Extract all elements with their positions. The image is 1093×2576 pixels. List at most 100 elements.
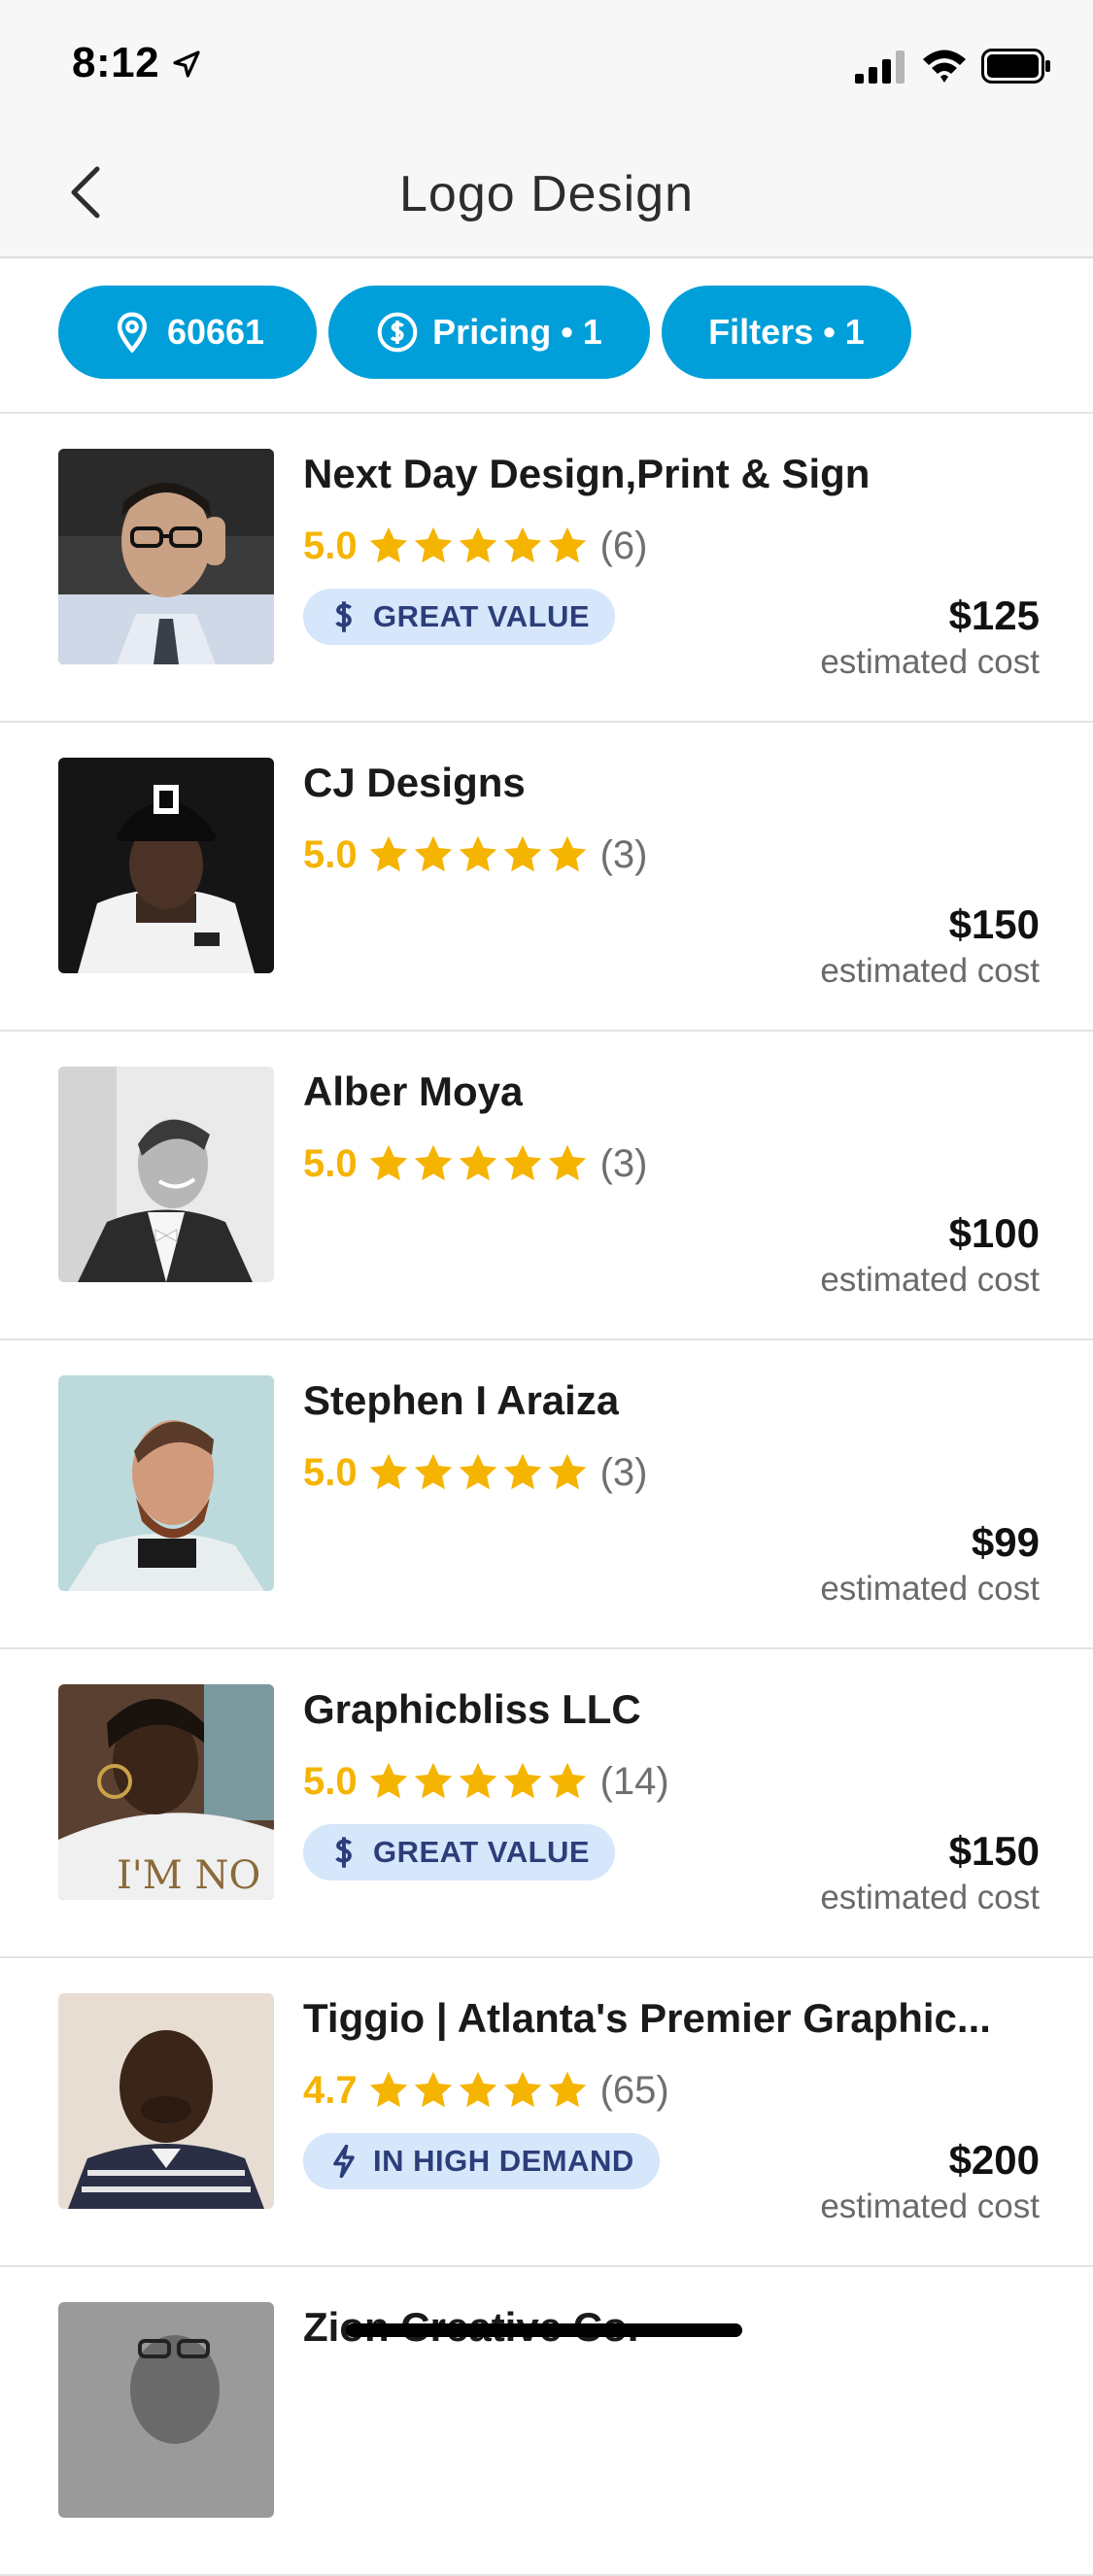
star-icon	[414, 1144, 452, 1181]
status-bar: 8:12	[0, 0, 1093, 128]
rating-row: 5.0 (14)	[303, 1754, 669, 1809]
star-icon	[459, 1762, 496, 1799]
pro-list-item[interactable]: Stephen I Araiza 5.0 (3) $99 estimated c…	[0, 1340, 1093, 1649]
star-icon	[369, 1453, 407, 1490]
review-count: (65)	[599, 2068, 669, 2112]
rating-row: 5.0 (6)	[303, 519, 648, 573]
star-icon	[503, 2071, 541, 2108]
star-icon	[459, 1144, 496, 1181]
pro-name: Stephen I Araiza	[303, 1377, 620, 1423]
great-value-badge: GREAT VALUE	[303, 589, 616, 645]
star-icon	[503, 1144, 541, 1181]
star-rating	[367, 525, 589, 567]
star-icon	[503, 835, 541, 872]
star-icon	[503, 1453, 541, 1490]
star-icon	[548, 835, 586, 872]
pro-name: Next Day Design,Print & Sign	[303, 451, 871, 496]
star-icon	[414, 1453, 452, 1490]
star-icon	[548, 1762, 586, 1799]
star-icon	[548, 1453, 586, 1490]
rating-row: 5.0 (3)	[303, 828, 648, 882]
pro-avatar	[58, 1375, 274, 1591]
review-count: (3)	[599, 1141, 648, 1185]
dollar-circle-icon	[377, 312, 418, 353]
pro-list-item[interactable]: Next Day Design,Print & Sign 5.0 (6) GRE…	[0, 414, 1093, 723]
price-label: estimated cost	[820, 643, 1040, 681]
price: $200	[948, 2137, 1040, 2183]
wifi-icon	[923, 50, 966, 83]
review-count: (3)	[599, 1450, 648, 1494]
location-arrow-icon	[173, 51, 200, 78]
star-icon	[548, 2071, 586, 2108]
star-rating	[367, 833, 589, 876]
price: $150	[948, 1828, 1040, 1874]
pro-name: Tiggio | Atlanta's Premier Graphic...	[303, 1995, 991, 2041]
review-count: (3)	[599, 832, 648, 876]
star-icon	[548, 526, 586, 563]
rating-row: 5.0 (3)	[303, 1136, 648, 1191]
rating-value: 5.0	[303, 1141, 358, 1185]
star-icon	[414, 526, 452, 563]
price: $125	[948, 593, 1040, 638]
star-icon	[414, 835, 452, 872]
pro-avatar: I'M NO	[58, 1684, 274, 1900]
pro-name: Graphicbliss LLC	[303, 1686, 641, 1732]
star-icon	[503, 526, 541, 563]
rating-value: 5.0	[303, 524, 358, 567]
pro-list-item[interactable]: I'M NO Graphicbliss LLC 5.0 (14) GREAT V…	[0, 1649, 1093, 1958]
price-label: estimated cost	[820, 1261, 1040, 1299]
price: $99	[971, 1519, 1040, 1565]
star-rating	[367, 1760, 589, 1803]
price: $150	[948, 901, 1040, 947]
rating-value: 5.0	[303, 1759, 358, 1803]
cellular-signal-icon	[855, 51, 905, 84]
pro-list-item[interactable]: Alber Moya 5.0 (3) $100 estimated cost	[0, 1032, 1093, 1340]
pro-list-item[interactable]: Zion Creative Co.	[0, 2267, 1093, 2576]
pro-avatar	[58, 1067, 274, 1282]
star-rating	[367, 2069, 589, 2112]
rating-row: 4.7 (65)	[303, 2063, 669, 2118]
rating-row: 5.0 (3)	[303, 1445, 648, 1500]
badge-label: GREAT VALUE	[373, 599, 591, 633]
pro-photo-image	[58, 1067, 274, 1282]
review-count: (14)	[599, 1759, 669, 1803]
star-icon	[414, 2071, 452, 2108]
pricing-chip-label: Pricing • 1	[432, 312, 602, 352]
pro-list-item[interactable]: CJ Designs 5.0 (3) $150 estimated cost	[0, 723, 1093, 1032]
pricing-filter-chip[interactable]: Pricing • 1	[328, 286, 650, 379]
star-icon	[459, 526, 496, 563]
star-icon	[459, 2071, 496, 2108]
star-icon	[369, 1762, 407, 1799]
star-icon	[369, 2071, 407, 2108]
star-rating	[367, 1451, 589, 1494]
zip-code-chip-label: 60661	[166, 312, 265, 352]
star-icon	[548, 1144, 586, 1181]
badge-label: GREAT VALUE	[373, 1835, 591, 1869]
pro-photo-image	[58, 1993, 274, 2209]
page-title: Logo Design	[399, 166, 694, 222]
star-icon	[369, 1144, 407, 1181]
star-icon	[459, 1453, 496, 1490]
pro-list-item[interactable]: Tiggio | Atlanta's Premier Graphic... 4.…	[0, 1958, 1093, 2267]
star-icon	[503, 1762, 541, 1799]
dollar-icon	[335, 601, 353, 632]
star-rating	[367, 1142, 589, 1185]
pro-avatar	[58, 1993, 274, 2209]
pro-avatar	[58, 758, 274, 973]
pro-photo-image	[58, 758, 274, 973]
pro-avatar	[58, 449, 274, 664]
star-icon	[369, 835, 407, 872]
home-indicator[interactable]	[346, 2323, 742, 2337]
battery-icon	[981, 49, 1050, 84]
great-value-badge: GREAT VALUE	[303, 1824, 616, 1881]
review-count: (6)	[599, 524, 648, 567]
zip-code-filter-chip[interactable]: 60661	[58, 286, 317, 379]
star-icon	[414, 1762, 452, 1799]
pro-name: Alber Moya	[303, 1068, 524, 1114]
navigation-bar: Logo Design	[0, 128, 1093, 258]
rating-value: 5.0	[303, 832, 358, 876]
filters-chip[interactable]: Filters • 1	[662, 286, 911, 379]
location-pin-icon	[117, 312, 147, 354]
price-label: estimated cost	[820, 1570, 1040, 1608]
star-icon	[369, 526, 407, 563]
